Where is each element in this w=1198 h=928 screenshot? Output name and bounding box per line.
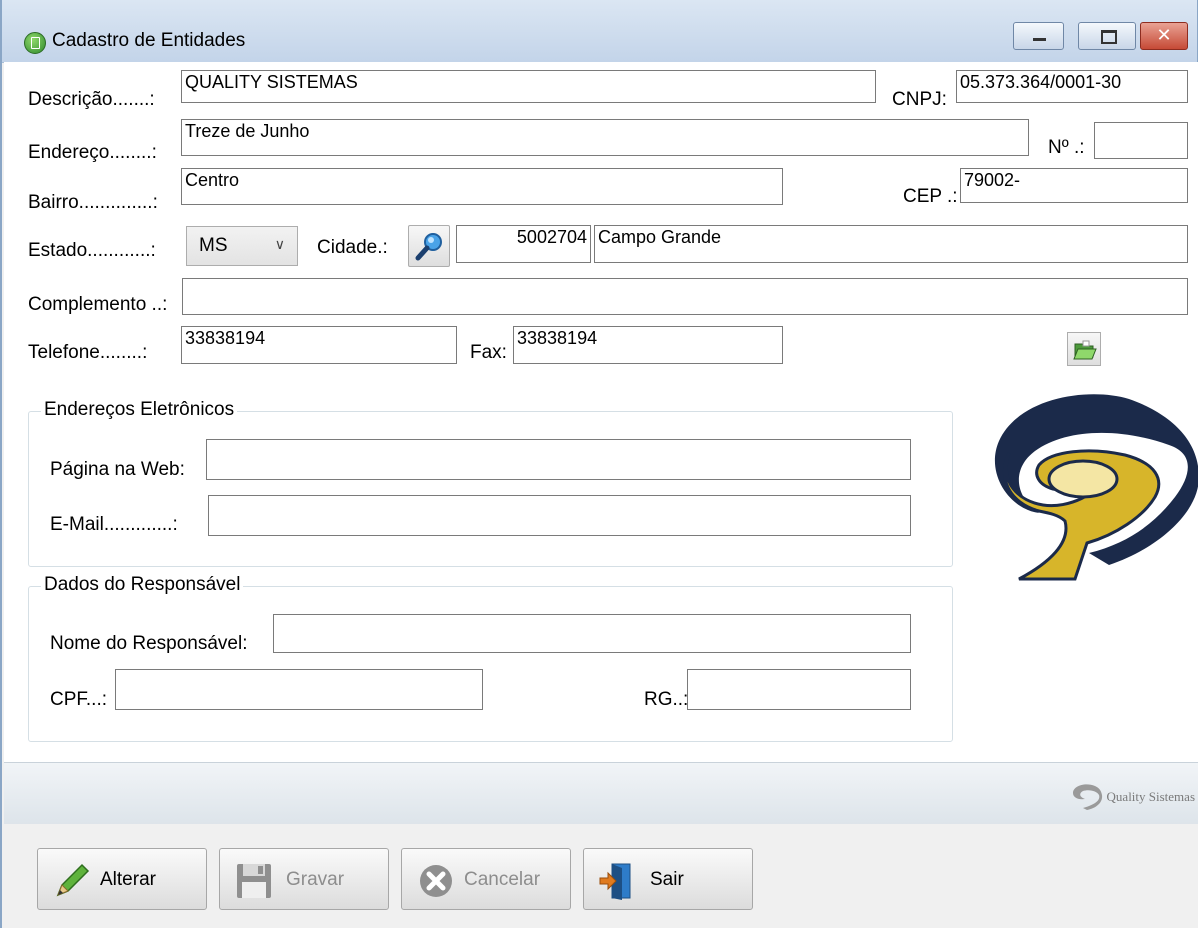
web-field[interactable]: [206, 439, 911, 480]
estado-select-value: MS: [199, 235, 228, 256]
pencil-icon: [56, 863, 90, 897]
alterar-button[interactable]: Alterar: [37, 848, 207, 910]
cidade-nome-field[interactable]: Campo Grande: [594, 225, 1188, 263]
enderecos-eletronicos-group: Endereços Eletrônicos: [28, 399, 953, 567]
descricao-field[interactable]: QUALITY SISTEMAS: [181, 70, 876, 103]
complemento-field[interactable]: [182, 278, 1188, 315]
email-field[interactable]: [208, 495, 911, 536]
window: Cadastro de Entidades ✕ Descrição.......…: [0, 0, 1198, 928]
quality-sistemas-small-logo: [1072, 784, 1102, 810]
search-cidade-button[interactable]: [408, 225, 450, 267]
alterar-label: Alterar: [100, 869, 156, 890]
quality-sistemas-logo: [994, 394, 1198, 581]
endereco-label: Endereço........:: [28, 142, 157, 163]
bairro-field[interactable]: Centro: [181, 168, 783, 205]
cancelar-label: Cancelar: [464, 869, 541, 890]
responsavel-group: Dados do Responsável: [28, 574, 953, 742]
cidade-label: Cidade.:: [317, 237, 388, 258]
exit-door-icon: [599, 863, 631, 900]
floppy-disk-icon: [237, 864, 271, 898]
status-bar: Quality Sistemas: [4, 762, 1198, 825]
web-label: Página na Web:: [50, 459, 185, 480]
telefone-label: Telefone........:: [28, 342, 148, 363]
cnpj-field[interactable]: 05.373.364/0001-30: [956, 70, 1188, 103]
cidade-codigo-field[interactable]: 5002704: [456, 225, 591, 263]
close-icon: ✕: [1156, 25, 1172, 45]
cnpj-label: CNPJ:: [892, 89, 947, 110]
nome-responsavel-label: Nome do Responsável:: [50, 633, 248, 654]
cep-label: CEP .:: [903, 186, 958, 207]
complemento-label: Complemento ..:: [28, 294, 168, 315]
cep-field[interactable]: 79002-: [960, 168, 1188, 203]
telefone-field[interactable]: 33838194: [181, 326, 457, 364]
gravar-label: Gravar: [286, 869, 345, 890]
toolbar: Alterar Gravar Cancelar Sair: [4, 824, 1198, 928]
responsavel-title: Dados do Responsável: [41, 574, 244, 596]
numero-field[interactable]: [1094, 122, 1188, 159]
fax-label: Fax:: [470, 342, 507, 363]
maximize-button[interactable]: [1078, 22, 1136, 50]
form-area: Descrição.......: QUALITY SISTEMAS CNPJ:…: [4, 62, 1198, 762]
chevron-down-icon: ∨: [274, 236, 285, 252]
estado-label: Estado............:: [28, 240, 156, 261]
minimize-button[interactable]: [1013, 22, 1064, 50]
email-label: E-Mail.............:: [50, 514, 178, 535]
window-title: Cadastro de Entidades: [52, 30, 246, 51]
descricao-label: Descrição.......:: [28, 89, 155, 110]
cancelar-button[interactable]: Cancelar: [401, 848, 571, 910]
numero-label: Nº .:: [1048, 137, 1085, 158]
app-icon: [24, 32, 46, 54]
gravar-button[interactable]: Gravar: [219, 848, 389, 910]
status-brand-text: Quality Sistemas: [1106, 789, 1195, 804]
title-bar[interactable]: Cadastro de Entidades ✕: [2, 0, 1197, 63]
estado-select[interactable]: MS ∨: [186, 226, 298, 266]
magnifier-icon: [415, 233, 442, 261]
status-brand: Quality Sistemas: [1072, 784, 1195, 810]
cpf-field[interactable]: [115, 669, 483, 710]
folder-open-icon: [1073, 340, 1097, 360]
enderecos-eletronicos-title: Endereços Eletrônicos: [41, 399, 238, 421]
endereco-field[interactable]: Treze de Junho: [181, 119, 1029, 156]
sair-button[interactable]: Sair: [583, 848, 753, 910]
rg-label: RG..:: [644, 689, 689, 710]
nome-responsavel-field[interactable]: [273, 614, 911, 653]
open-folder-button[interactable]: [1067, 332, 1101, 366]
rg-field[interactable]: [687, 669, 911, 710]
fax-field[interactable]: 33838194: [513, 326, 783, 364]
close-button[interactable]: ✕: [1140, 22, 1188, 50]
sair-label: Sair: [650, 869, 684, 890]
bairro-label: Bairro..............:: [28, 192, 158, 213]
cpf-label: CPF...:: [50, 689, 108, 710]
cancel-icon: [420, 865, 452, 897]
